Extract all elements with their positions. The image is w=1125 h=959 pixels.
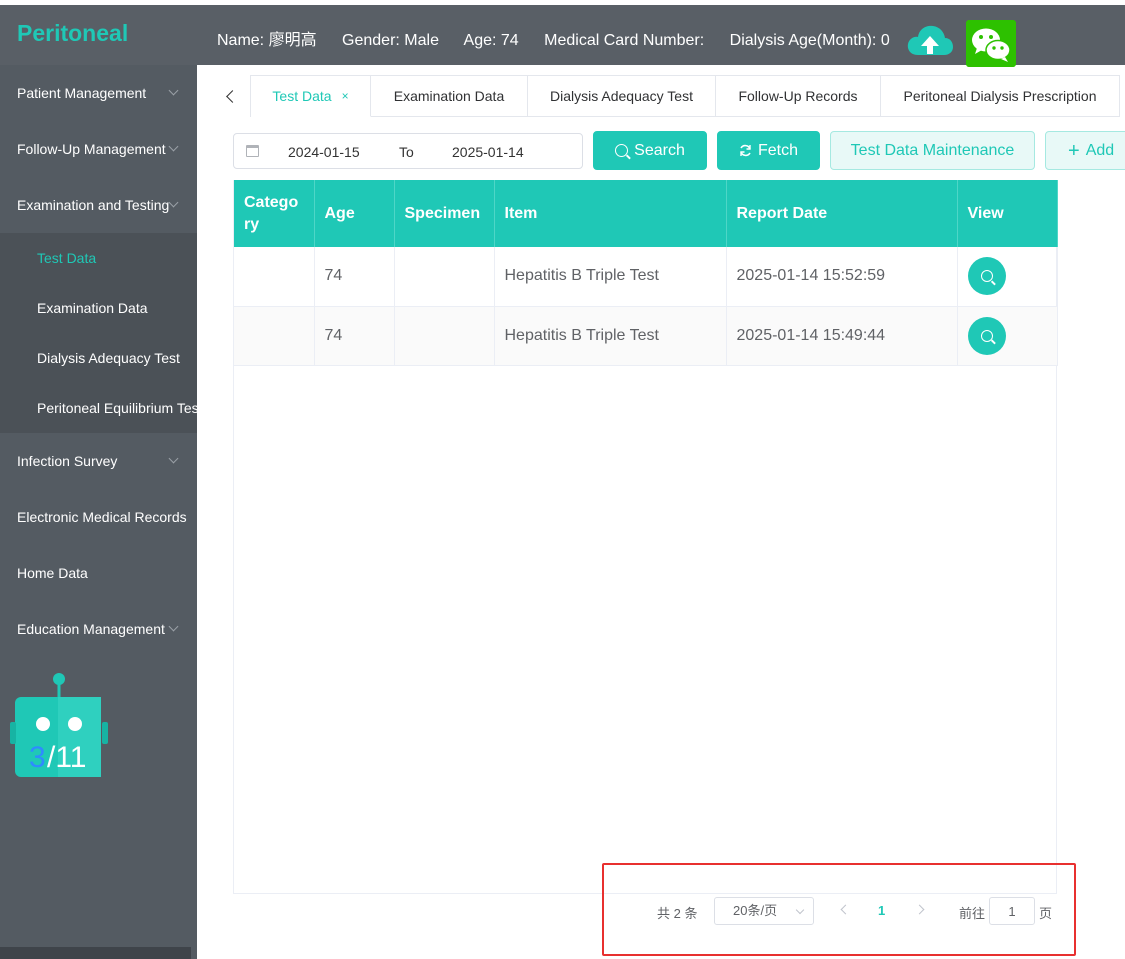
tab-label: Test Data: [272, 88, 332, 104]
table-row[interactable]: 74 Hepatitis B Triple Test 2025-01-14 15…: [234, 306, 1058, 366]
column-header-report-date[interactable]: Report Date: [726, 180, 958, 247]
close-icon[interactable]: ×: [342, 89, 349, 103]
add-button-label: Add: [1085, 141, 1115, 159]
date-range-picker[interactable]: 2024-01-15 To 2025-01-14: [233, 133, 583, 169]
search-button-label: Search: [634, 141, 685, 159]
cell-report-date: 2025-01-14 15:49:44: [726, 306, 958, 366]
robot-counter-total: /11: [47, 741, 86, 774]
sidebar-item-follow-up-management[interactable]: Follow-Up Management: [0, 121, 197, 177]
tab-peritoneal-dialysis-prescription[interactable]: Peritoneal Dialysis Prescription: [881, 76, 1120, 117]
search-icon: [980, 329, 993, 342]
sidebar-item-label: Education Management: [17, 621, 165, 637]
chevron-down-icon: [168, 197, 179, 208]
sidebar-item-label: Home Data: [17, 565, 88, 581]
goto-page-input[interactable]: [989, 897, 1035, 925]
chevron-down-icon: [168, 141, 179, 152]
add-button[interactable]: + Add: [1045, 131, 1125, 170]
top-header: Peritoneal Name: 廖明高 Gender: Male Age: 7…: [0, 5, 1125, 67]
cell-age: 74: [314, 306, 395, 366]
app-logo: Peritoneal: [17, 20, 129, 46]
column-header-age[interactable]: Age: [314, 180, 395, 247]
cell-view: [957, 247, 1058, 307]
patient-dialysis-age: Dialysis Age(Month): 0: [729, 32, 890, 49]
current-page-number[interactable]: 1: [878, 903, 885, 918]
tab-scroll-left-icon[interactable]: [214, 75, 248, 117]
test-data-table: Catego ry Age Specimen Item Report Date …: [233, 180, 1058, 894]
tabs: Test Data × Examination Data Dialysis Ad…: [250, 75, 1120, 117]
start-date-input[interactable]: 2024-01-15: [288, 144, 360, 160]
sidebar-item-label: Patient Management: [17, 85, 147, 101]
cell-category: [234, 306, 315, 366]
pagination-total: 共 2 条: [657, 906, 698, 921]
sidebar-item-patient-management[interactable]: Patient Management: [0, 65, 197, 121]
fetch-button-label: Fetch: [757, 141, 798, 159]
sidebar-item-home-data[interactable]: Home Data: [0, 545, 197, 601]
sidebar-subitem-test-data[interactable]: Test Data: [0, 233, 197, 283]
chevron-down-icon: [168, 621, 179, 632]
sidebar-submenu: Test Data Examination Data Dialysis Adeq…: [0, 233, 197, 433]
chevron-down-icon: [168, 85, 179, 96]
cloud-upload-icon[interactable]: [906, 21, 954, 61]
cell-item: Hepatitis B Triple Test: [494, 306, 727, 366]
column-header-specimen[interactable]: Specimen: [394, 180, 495, 247]
column-header-category[interactable]: Catego ry: [234, 180, 315, 247]
page-size-select[interactable]: 20条/页: [714, 897, 814, 925]
sidebar-item-electronic-medical-records[interactable]: Electronic Medical Records: [0, 489, 197, 545]
cell-report-date: 2025-01-14 15:52:59: [726, 247, 958, 307]
sidebar-subitem-peritoneal-equilibrium[interactable]: Peritoneal Equilibrium Test: [0, 383, 197, 433]
refresh-icon: [740, 144, 751, 157]
view-button[interactable]: [967, 257, 1006, 296]
sidebar-item-education-management[interactable]: Education Management: [0, 601, 197, 657]
sidebar-item-label: Follow-Up Management: [17, 141, 166, 157]
patient-name: Name: 廖明高: [217, 32, 317, 49]
sidebar-item-label: Electronic Medical Records: [17, 509, 187, 525]
cell-category: [234, 247, 315, 307]
sidebar-subitem-dialysis-adequacy[interactable]: Dialysis Adequacy Test: [0, 333, 197, 383]
tab-dialysis-adequacy-test[interactable]: Dialysis Adequacy Test: [528, 76, 716, 117]
cell-age: 74: [314, 247, 395, 307]
tab-examination-data[interactable]: Examination Data: [371, 76, 528, 117]
tab-test-data[interactable]: Test Data ×: [251, 76, 371, 117]
test-data-maintenance-button[interactable]: Test Data Maintenance: [830, 131, 1035, 170]
fetch-button[interactable]: Fetch: [717, 131, 820, 170]
cell-specimen: [394, 306, 495, 366]
patient-age: Age: 74: [463, 32, 519, 49]
tab-follow-up-records[interactable]: Follow-Up Records: [716, 76, 881, 117]
sidebar-item-label: Examination and Testing: [17, 197, 170, 213]
sidebar-item-infection-survey[interactable]: Infection Survey: [0, 433, 197, 489]
chevron-down-icon: [168, 453, 179, 464]
robot-counter-current: 3: [29, 741, 46, 774]
page-suffix-label: 页: [1039, 906, 1053, 921]
tab-bar: Test Data × Examination Data Dialysis Ad…: [197, 75, 1125, 117]
search-icon: [615, 144, 629, 157]
search-button[interactable]: Search: [593, 131, 707, 170]
cell-specimen: [394, 247, 495, 307]
goto-label: 前往: [959, 906, 986, 921]
patient-gender: Gender: Male: [342, 32, 439, 49]
sidebar: Patient Management Follow-Up Management …: [0, 65, 197, 959]
chevron-down-icon: [795, 905, 805, 915]
page-size-value: 20条/页: [733, 903, 778, 918]
robot-assistant-icon[interactable]: 3 /11: [10, 670, 110, 780]
calendar-icon: [246, 145, 259, 157]
end-date-input[interactable]: 2025-01-14: [452, 144, 524, 160]
table-row[interactable]: 74 Hepatitis B Triple Test 2025-01-14 15…: [234, 247, 1058, 307]
sidebar-item-label: Infection Survey: [17, 453, 118, 469]
sidebar-scrollbar[interactable]: [0, 947, 191, 959]
patient-info: Name: 廖明高 Gender: Male Age: 74 Medical C…: [217, 26, 911, 50]
cell-item: Hepatitis B Triple Test: [494, 247, 727, 307]
view-button[interactable]: [967, 316, 1006, 355]
wechat-icon[interactable]: [966, 20, 1016, 67]
column-header-view[interactable]: View: [957, 180, 1058, 247]
sidebar-item-examination-testing[interactable]: Examination and Testing: [0, 177, 197, 233]
patient-card-number: Medical Card Number:: [544, 32, 705, 49]
table-header-row: Catego ry Age Specimen Item Report Date …: [234, 180, 1058, 247]
sidebar-subitem-examination-data[interactable]: Examination Data: [0, 283, 197, 333]
search-icon: [980, 270, 993, 283]
plus-icon: +: [1068, 139, 1080, 162]
cell-view: [957, 306, 1058, 366]
date-range-separator: To: [399, 144, 414, 160]
column-header-item[interactable]: Item: [494, 180, 727, 247]
